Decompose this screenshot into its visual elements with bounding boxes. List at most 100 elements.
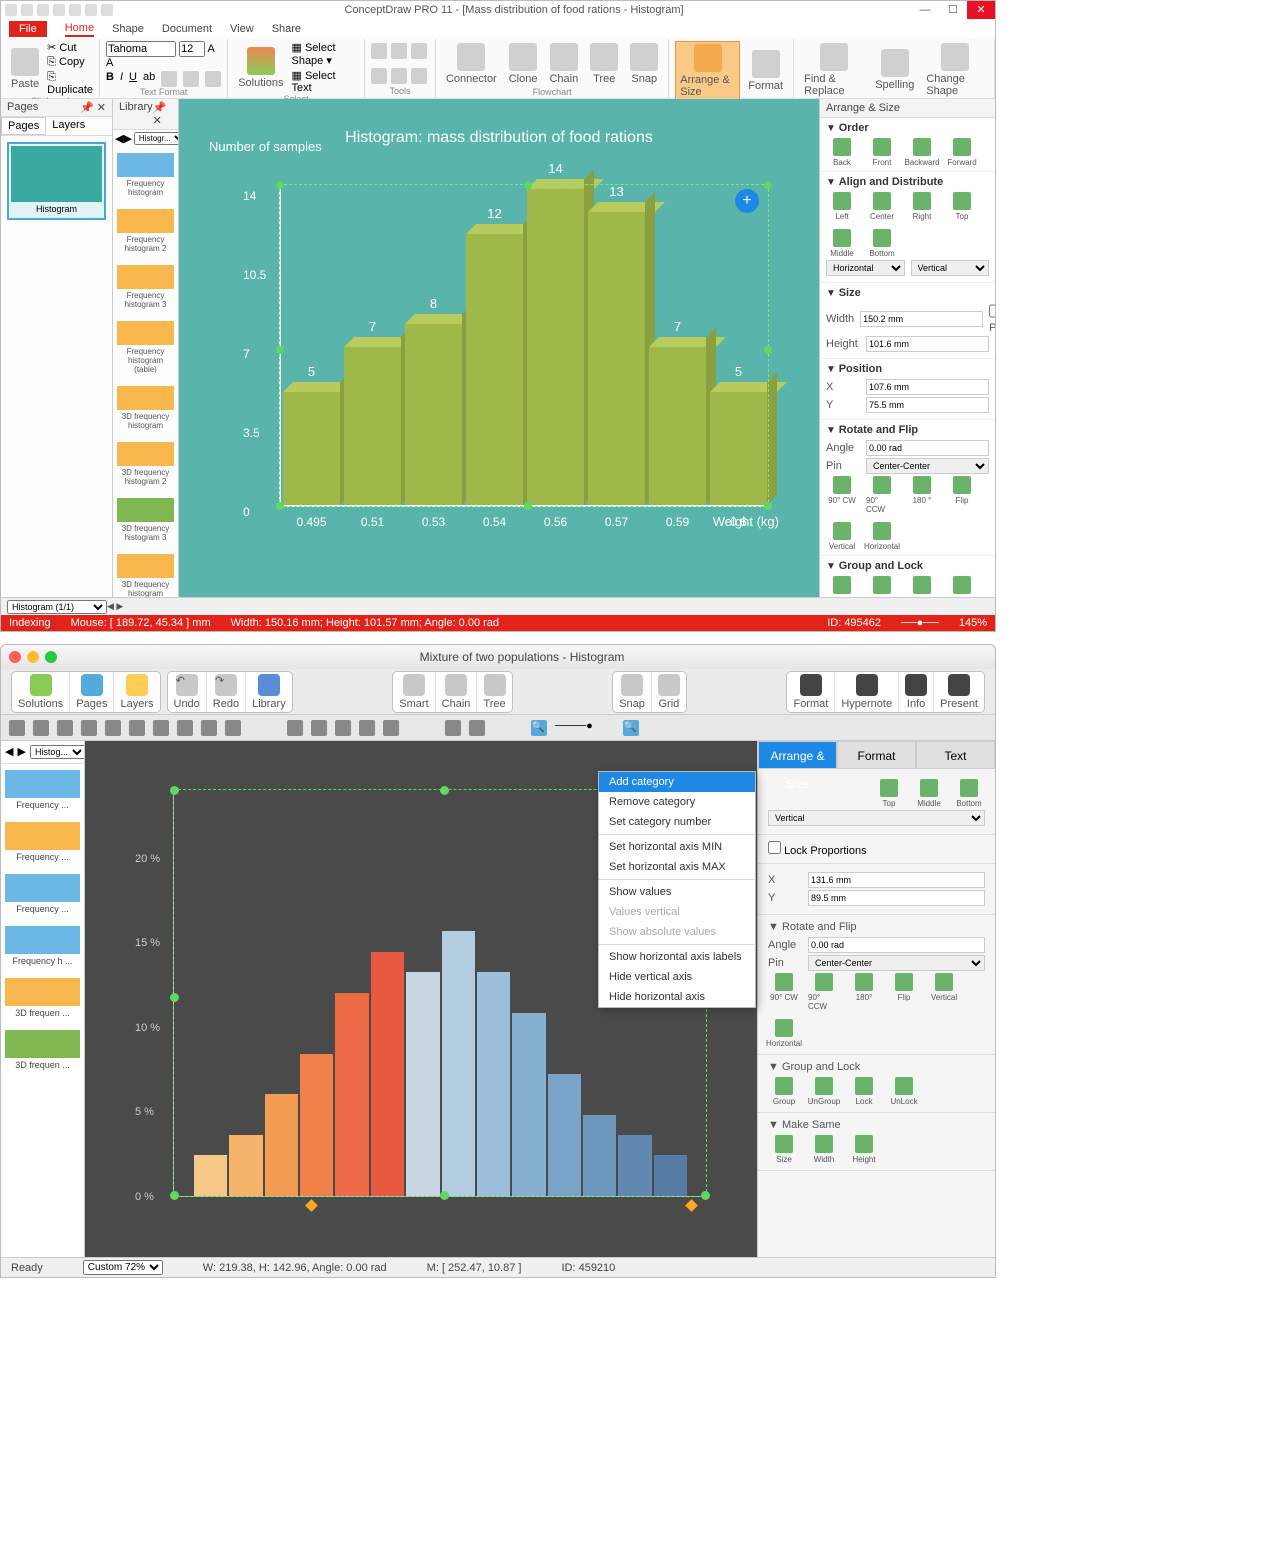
tool-ellipse[interactable]	[391, 68, 407, 84]
icon-90° CCW[interactable]: 90° CCW	[808, 973, 840, 1011]
lib-item[interactable]: 3D frequen ...	[1, 972, 84, 1024]
icon-90° CCW[interactable]: 90° CCW	[866, 476, 898, 514]
redo-button[interactable]: ↷Redo	[207, 672, 246, 712]
select-shape[interactable]: ▦ Select Shape ▾	[291, 41, 357, 67]
tree-button[interactable]: Tree	[477, 672, 511, 712]
height-input[interactable]	[866, 336, 989, 352]
lib-select[interactable]: Histog...	[30, 745, 85, 759]
select-text[interactable]: ▦ Select Text	[291, 69, 357, 94]
arrow-tool[interactable]	[9, 720, 25, 736]
lib-nav[interactable]: ◀▶	[115, 132, 132, 145]
lib-item[interactable]: 3D frequen ...	[1, 1024, 84, 1076]
present-button[interactable]: Present	[934, 672, 984, 712]
t11[interactable]	[287, 720, 303, 736]
lib-item[interactable]: Frequency histogram (table)	[113, 315, 178, 380]
x-input[interactable]	[808, 872, 985, 888]
t13[interactable]	[335, 720, 351, 736]
icon-Lock[interactable]: Lock	[848, 1077, 880, 1106]
tab-layers[interactable]: Layers	[46, 117, 91, 135]
clone-button[interactable]: Clone	[505, 41, 542, 87]
copy-button[interactable]: ⎘ Copy	[47, 56, 93, 69]
lib-item[interactable]: 3D frequency histogram (table)	[113, 548, 178, 597]
vert-select[interactable]: Vertical	[768, 810, 985, 826]
menu-home[interactable]: Home	[65, 22, 94, 37]
histogram-chart[interactable]: Histogram: mass distribution of food rat…	[199, 129, 799, 557]
snap-button[interactable]: Snap	[613, 672, 652, 712]
align-button[interactable]	[183, 71, 199, 87]
icon-180°[interactable]: 180°	[848, 973, 880, 1011]
icon-Group[interactable]: Group	[826, 576, 858, 597]
pin-icon[interactable]: 📌 ✕	[153, 101, 172, 127]
lib-item[interactable]: Frequency histogram 2	[113, 203, 178, 259]
lib-item[interactable]: 3D frequency histogram 2	[113, 436, 178, 492]
icon-Middle[interactable]: Middle	[826, 229, 858, 258]
icon-Group[interactable]: Group	[768, 1077, 800, 1106]
ctx-hide-haxis[interactable]: Hide horizontal axis	[599, 987, 755, 1007]
lock-check[interactable]	[768, 841, 781, 854]
lib-item[interactable]: Frequency ...	[1, 816, 84, 868]
lib-item[interactable]: 3D frequency histogram 3	[113, 492, 178, 548]
lib-back[interactable]: ◀	[5, 745, 13, 759]
menu-shape[interactable]: Shape	[112, 23, 144, 35]
lib-fwd[interactable]: ▶	[17, 745, 25, 759]
pin-icon[interactable]: 📌 ✕	[80, 101, 106, 114]
connector-button[interactable]: Connector	[442, 41, 501, 87]
tab-arrange[interactable]: Arrange & Size	[758, 741, 837, 769]
duplicate-button[interactable]: ⎘ Duplicate	[47, 71, 93, 96]
y-input[interactable]	[808, 890, 985, 906]
minimize-button[interactable]	[27, 651, 39, 663]
ctx-remove-category[interactable]: Remove category	[599, 792, 755, 812]
format-button[interactable]: Format	[787, 672, 835, 712]
angle-input[interactable]	[808, 937, 985, 953]
t9[interactable]	[201, 720, 217, 736]
icon-UnLock[interactable]: UnLock	[888, 1077, 920, 1106]
icon-Top[interactable]: Top	[946, 192, 978, 221]
horiz-sel[interactable]: Horizontal	[826, 260, 905, 276]
strike-button[interactable]: ab	[143, 71, 155, 87]
menu-file[interactable]: File	[9, 21, 47, 37]
layers-button[interactable]: Layers	[114, 672, 159, 712]
lib-item[interactable]: Frequency ...	[1, 764, 84, 816]
arrange-size-button[interactable]: Arrange & Size	[675, 41, 740, 101]
icon-Backward[interactable]: Backward	[906, 138, 938, 167]
ctx-haxis-max[interactable]: Set horizontal axis MAX	[599, 857, 755, 877]
icon-Bottom[interactable]: Bottom	[866, 229, 898, 258]
t14[interactable]	[359, 720, 375, 736]
ctx-add-category[interactable]: Add category	[599, 772, 755, 792]
icon-Left[interactable]: Left	[826, 192, 858, 221]
lib-item[interactable]: Frequency ...	[1, 868, 84, 920]
lib-item[interactable]: 3D frequency histogram	[113, 380, 178, 436]
format-button[interactable]: Format	[744, 48, 787, 94]
zoom-select[interactable]: Custom 72%	[83, 1260, 163, 1275]
ctx-hide-vaxis[interactable]: Hide vertical axis	[599, 967, 755, 987]
ctx-show-haxis-labels[interactable]: Show horizontal axis labels	[599, 947, 755, 967]
t4[interactable]	[81, 720, 97, 736]
zoom-out-icon[interactable]: 🔍	[531, 720, 547, 736]
color-button[interactable]	[161, 71, 177, 87]
tree-button[interactable]: Tree	[586, 41, 622, 87]
icon-Width[interactable]: Width	[808, 1135, 840, 1164]
hypernote-button[interactable]: Hypernote	[835, 672, 899, 712]
ctx-show-values[interactable]: Show values	[599, 882, 755, 902]
icon-Height[interactable]: Height	[848, 1135, 880, 1164]
ctx-haxis-min[interactable]: Set horizontal axis MIN	[599, 837, 755, 857]
icon-Vertical[interactable]: Vertical	[928, 973, 960, 1011]
pin-select[interactable]: Center-Center	[808, 955, 985, 971]
tab-pages[interactable]: Pages	[1, 117, 46, 135]
snap-button[interactable]: Snap	[626, 41, 662, 87]
bold-button[interactable]: B	[106, 71, 114, 87]
icon-UnGroup[interactable]: UnGroup	[866, 576, 898, 597]
italic-button[interactable]: I	[120, 71, 123, 87]
t5[interactable]	[105, 720, 121, 736]
icon-Forward[interactable]: Forward	[946, 138, 978, 167]
chain-button[interactable]: Chain	[545, 41, 582, 87]
minimize-button[interactable]: —	[911, 1, 939, 19]
pin-select[interactable]: Center-Center	[866, 458, 989, 474]
t10[interactable]	[225, 720, 241, 736]
canvas[interactable]: Histogram: mass distribution of food rat…	[179, 99, 819, 597]
lib-item[interactable]: Frequency histogram 3	[113, 259, 178, 315]
icon-Horizontal[interactable]: Horizontal	[866, 522, 898, 551]
width-input[interactable]	[860, 311, 983, 327]
align2-button[interactable]	[205, 71, 221, 87]
icon-Vertical[interactable]: Vertical	[826, 522, 858, 551]
